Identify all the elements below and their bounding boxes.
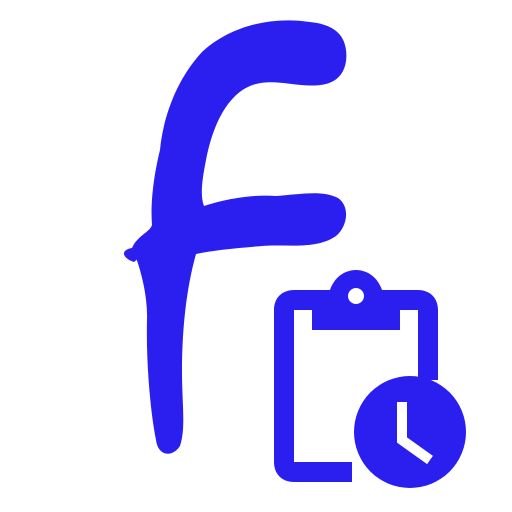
logo-artwork (123, 20, 466, 488)
brush-letter-f-icon (123, 20, 347, 454)
clipboard-clock-icon (274, 270, 466, 488)
app-logo (0, 0, 512, 512)
